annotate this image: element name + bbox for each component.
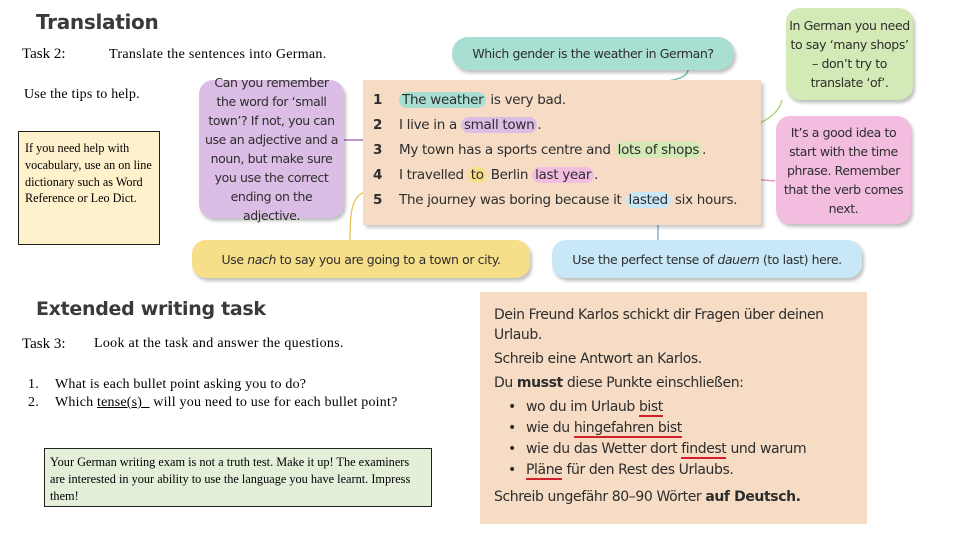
questions-list: 1. What is each bullet point asking you …: [28, 376, 408, 412]
translation-heading: Translation: [36, 10, 159, 34]
truth-test-note-box: Your German writing exam is not a truth …: [44, 448, 432, 507]
task2-label: Task 2:: [22, 46, 66, 62]
extended-heading: Extended writing task: [36, 298, 266, 320]
tip-gender-text: Which gender is the weather in German?: [472, 46, 714, 61]
german-bullet-2: wie du hingefahren bist: [508, 418, 853, 439]
tips-hint: Use the tips to help.: [24, 87, 140, 102]
highlight-the-weather: The weather: [399, 92, 487, 108]
tip-nach: Use nach to say you are going to a town …: [192, 240, 530, 278]
tip-small-town: Can you remember the word for ‘small tow…: [199, 75, 344, 223]
german-instruction: Schreib eine Antwort an Karlos.: [494, 351, 702, 367]
sentence-2: 2I live in a small town.: [373, 117, 542, 133]
tip-time-phrase-text: It’s a good idea to start with the time …: [783, 124, 904, 216]
german-bullet-list: wo du im Urlaub bist wie du hingefahren …: [508, 397, 853, 481]
nach-word: nach: [247, 251, 277, 267]
sentence-3: 3 My town has a sports centre and lots of…: [373, 142, 707, 158]
highlight-lasted: lasted: [625, 192, 671, 208]
sentence-4: 4I travelled to Berlin last year.: [373, 167, 599, 183]
german-must: Du musst diese Punkte einschließen:: [494, 375, 744, 391]
german-task-panel: Dein Freund Karlos schickt dir Fragen üb…: [480, 292, 867, 524]
tip-time-phrase: It’s a good idea to start with the time …: [776, 116, 911, 224]
task3-instruction: Look at the task and answer the question…: [94, 336, 344, 351]
tip-many-shops: In German you need to say ‘many shops’ –…: [786, 8, 913, 100]
highlight-lots-of-shops: lots of shops: [614, 142, 703, 158]
question-2: 2. Which tense(s) will you need to use f…: [28, 395, 398, 410]
tense-underlined: tense(s): [97, 395, 150, 410]
dauern-word: dauern: [717, 251, 760, 267]
vocab-help-text: If you need help with vocabulary, use an…: [25, 141, 152, 206]
german-word-count: Schreib ungefähr 80–90 Wörter auf Deutsc…: [494, 489, 801, 505]
sentence-1: 1 The weather is very bad.: [373, 92, 566, 108]
sentence-5: 5 The journey was boring because it laste…: [373, 192, 738, 208]
tip-gender: Which gender is the weather in German?: [452, 37, 734, 70]
tip-small-town-text: Can you remember the word for ‘small tow…: [204, 75, 339, 223]
highlight-small-town: small town: [460, 117, 538, 133]
sentence-panel: 1 The weather is very bad. 2I live in a s…: [363, 80, 761, 225]
vocab-help-box: If you need help with vocabulary, use an…: [18, 131, 160, 245]
tip-nach-text: Use nach to say you are going to a town …: [221, 251, 501, 267]
question-1: 1. What is each bullet point asking you …: [28, 377, 307, 392]
tip-many-shops-text: In German you need to say ‘many shops’ –…: [789, 18, 910, 90]
german-bullet-3: wie du das Wetter dort findest und warum: [508, 439, 853, 460]
tip-dauern: Use the perfect tense of dauern (to last…: [552, 240, 862, 278]
tip-dauern-text: Use the perfect tense of dauern (to last…: [572, 251, 842, 267]
task3-label: Task 3:: [22, 336, 66, 352]
highlight-to: to: [467, 167, 487, 183]
german-bullet-1: wo du im Urlaub bist: [508, 397, 853, 418]
german-bullet-4: Pläne für den Rest des Urlaubs.: [508, 460, 853, 481]
german-intro: Dein Freund Karlos schickt dir Fragen üb…: [494, 307, 824, 343]
highlight-last-year: last year: [532, 167, 595, 183]
task2-instruction: Translate the sentences into German.: [109, 47, 327, 62]
truth-test-note-text: Your German writing exam is not a truth …: [50, 455, 411, 503]
